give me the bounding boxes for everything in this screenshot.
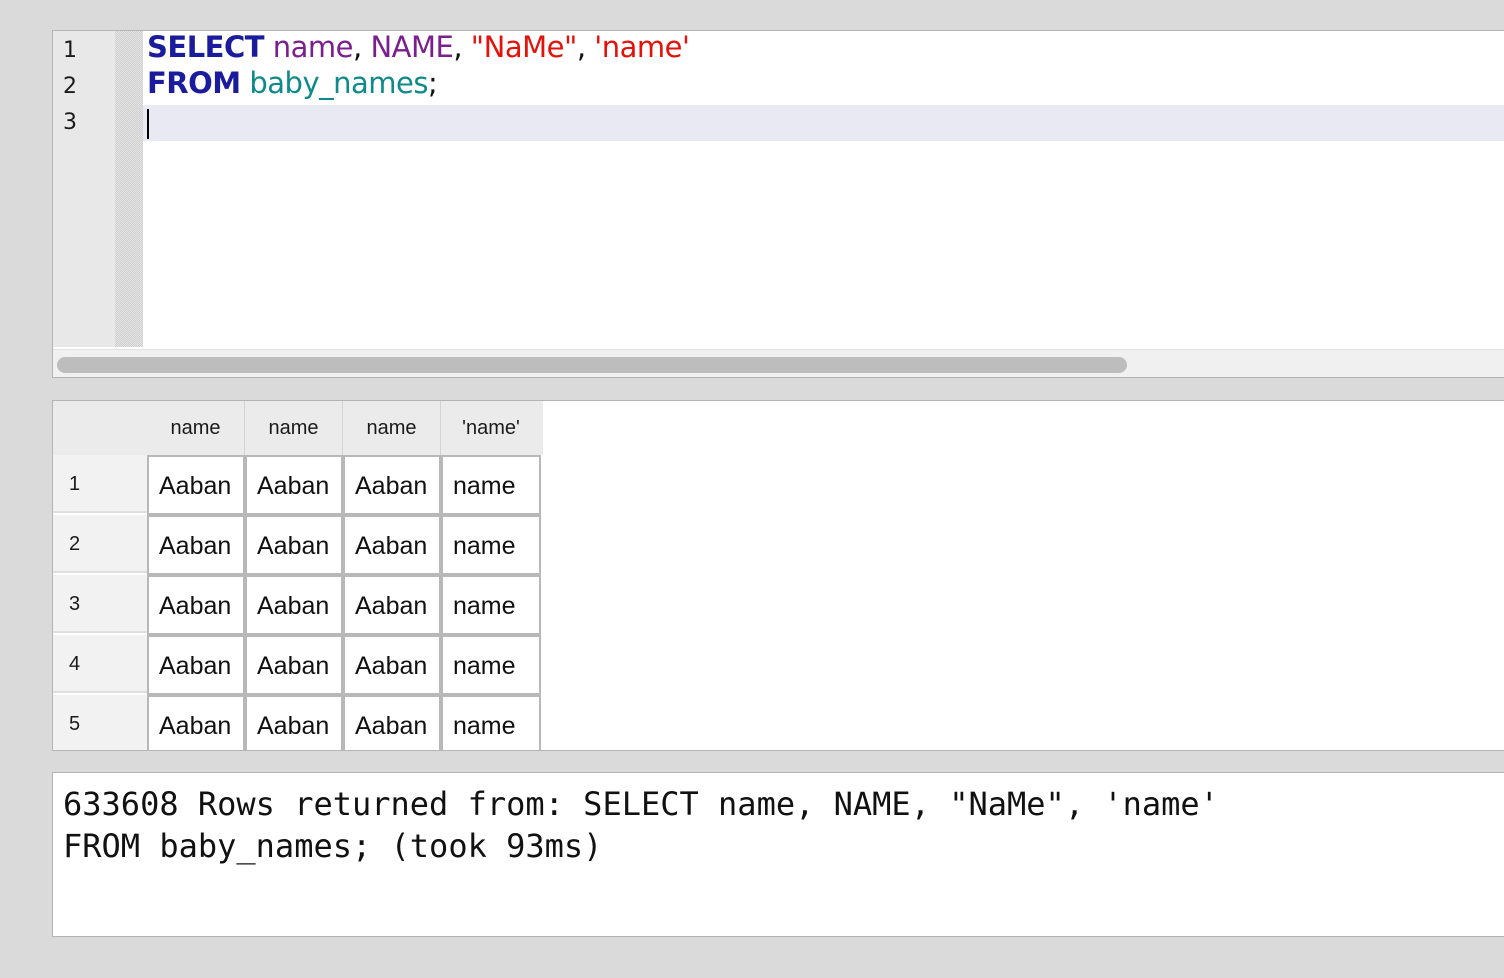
row-number[interactable]: 5 bbox=[53, 695, 147, 750]
message-line-1: 633608 Rows returned from: SELECT name, … bbox=[63, 785, 1219, 823]
keyword-select: SELECT bbox=[147, 30, 265, 64]
table-cell[interactable]: Aaban bbox=[147, 695, 245, 750]
scrollbar-thumb[interactable] bbox=[57, 357, 1127, 373]
horizontal-scrollbar[interactable] bbox=[53, 349, 1504, 377]
table-name: baby_names bbox=[249, 66, 428, 100]
column-header[interactable]: name bbox=[147, 401, 245, 455]
line-number: 3 bbox=[63, 110, 77, 135]
table-cell[interactable]: Aaban bbox=[245, 455, 343, 515]
table-cell[interactable]: Aaban bbox=[343, 635, 441, 695]
table-cell[interactable]: name bbox=[441, 575, 541, 635]
keyword-from: FROM bbox=[147, 66, 241, 100]
table-cell[interactable]: name bbox=[441, 635, 541, 695]
string-single-quoted: 'name' bbox=[594, 30, 690, 64]
sql-editor[interactable]: 1 2 3 SELECT name, NAME, "NaMe", 'name' … bbox=[52, 30, 1504, 378]
table-cell[interactable]: Aaban bbox=[343, 455, 441, 515]
current-line-highlight bbox=[143, 105, 1504, 141]
query-result-message: 633608 Rows returned from: SELECT name, … bbox=[63, 783, 1494, 867]
row-number[interactable]: 3 bbox=[53, 575, 147, 633]
identifier-name: name bbox=[272, 30, 354, 64]
table-cell[interactable]: name bbox=[441, 695, 541, 750]
table-cell[interactable]: Aaban bbox=[343, 695, 441, 750]
column-header[interactable]: 'name' bbox=[441, 401, 541, 455]
results-grid[interactable]: name name name 'name' 1 Aaban Aaban Aaba… bbox=[52, 400, 1504, 751]
table-cell[interactable]: Aaban bbox=[147, 455, 245, 515]
code-line-2: FROM baby_names; bbox=[147, 65, 438, 101]
message-pane[interactable]: 633608 Rows returned from: SELECT name, … bbox=[52, 772, 1504, 937]
code-area[interactable]: SELECT name, NAME, "NaMe", 'name' FROM b… bbox=[143, 31, 1504, 347]
text-caret bbox=[147, 109, 149, 139]
comma: , bbox=[453, 30, 463, 64]
fold-margin bbox=[115, 31, 143, 347]
identifier-NAME: NAME bbox=[370, 30, 454, 64]
column-header[interactable]: name bbox=[343, 401, 441, 455]
grid-header: name name name 'name' bbox=[53, 401, 543, 455]
row-number[interactable]: 1 bbox=[53, 455, 147, 513]
table-cell[interactable]: Aaban bbox=[245, 695, 343, 750]
line-number: 2 bbox=[63, 74, 77, 99]
table-cell[interactable]: name bbox=[441, 515, 541, 575]
table-cell[interactable]: Aaban bbox=[245, 515, 343, 575]
table-cell[interactable]: Aaban bbox=[147, 635, 245, 695]
column-header[interactable]: name bbox=[245, 401, 343, 455]
comma: , bbox=[353, 30, 362, 64]
table-cell[interactable]: Aaban bbox=[245, 635, 343, 695]
table-cell[interactable]: Aaban bbox=[147, 515, 245, 575]
row-number[interactable]: 4 bbox=[53, 635, 147, 693]
table-cell[interactable]: Aaban bbox=[343, 575, 441, 635]
comma: , bbox=[576, 30, 586, 64]
message-line-2: FROM baby_names; (took 93ms) bbox=[63, 827, 603, 865]
table-cell[interactable]: Aaban bbox=[245, 575, 343, 635]
code-line-1: SELECT name, NAME, "NaMe", 'name' bbox=[147, 30, 690, 65]
table-cell[interactable]: Aaban bbox=[147, 575, 245, 635]
string-double-quoted: "NaMe" bbox=[470, 30, 578, 64]
table-cell[interactable]: Aaban bbox=[343, 515, 441, 575]
row-number[interactable]: 2 bbox=[53, 515, 147, 573]
line-number: 1 bbox=[63, 38, 77, 63]
semicolon: ; bbox=[427, 66, 438, 100]
line-number-gutter: 1 2 3 bbox=[53, 31, 115, 347]
table-cell[interactable]: name bbox=[441, 455, 541, 515]
